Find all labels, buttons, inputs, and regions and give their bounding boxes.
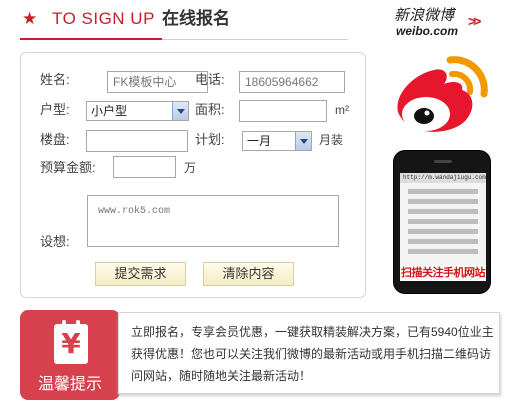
screen-line <box>408 219 478 224</box>
notice-text: 立即报名，专享会员优惠，一键获取精装解决方案，已有5940位业主获得优惠！您也可… <box>131 325 494 383</box>
screen-line <box>408 239 478 244</box>
area-input[interactable] <box>239 100 327 122</box>
phone-screen: http://m.wandajiugu.com/ 扫描关注手机网站 <box>400 173 486 281</box>
header-underline-accent <box>20 38 162 40</box>
weibo-bird-icon[interactable] <box>388 50 498 140</box>
plan-month-select[interactable]: 一月 <box>242 131 312 151</box>
budget-input[interactable] <box>113 156 176 178</box>
signup-form: 姓名: FK模板中心 电话: 18605964662 户型: 小户型 面积: m… <box>20 52 366 298</box>
notice-panel: 立即报名，专享会员优惠，一键获取精装解决方案，已有5940位业主获得优惠！您也可… <box>118 312 500 394</box>
idea-label: 设想: <box>40 234 70 249</box>
phone-url: http://m.wandajiugu.com/ <box>400 173 486 183</box>
estate-input[interactable] <box>86 130 188 152</box>
weibo-logo[interactable]: 新浪微博 >> weibo.com <box>394 6 514 46</box>
phone-label: 电话: <box>195 72 225 87</box>
screen-line <box>408 189 478 194</box>
notice-badge: ¥ 温馨提示 <box>20 310 120 400</box>
name-label: 姓名: <box>40 72 70 87</box>
notice-title: 温馨提示 <box>37 374 102 393</box>
star-icon: ★ <box>22 9 38 28</box>
budget-unit: 万 <box>184 161 197 175</box>
house-type-label: 户型: <box>40 102 70 117</box>
idea-textarea[interactable]: www.rok5.com <box>87 195 339 247</box>
plan-unit: 月装 <box>319 133 344 147</box>
area-label: 面积: <box>195 102 225 117</box>
submit-button[interactable]: 提交需求 <box>95 262 186 286</box>
phone-qr-preview[interactable]: http://m.wandajiugu.com/ 扫描关注手机网站 <box>393 150 491 294</box>
house-type-value: 小户型 <box>91 104 128 118</box>
screen-line <box>408 249 478 254</box>
estate-label: 楼盘: <box>40 132 70 147</box>
clear-button[interactable]: 清除内容 <box>203 262 294 286</box>
weibo-logo-en: weibo.com <box>396 24 459 38</box>
name-input[interactable]: FK模板中心 <box>107 71 208 93</box>
screen-line <box>408 199 478 204</box>
plan-label: 计划: <box>195 132 225 147</box>
yen-icon: ¥ <box>54 320 88 364</box>
plan-month-value: 一月 <box>247 134 272 148</box>
double-chevron-icon: >> <box>468 13 481 29</box>
phone-speaker <box>434 160 452 163</box>
area-unit: m² <box>335 103 349 117</box>
title-cn: 在线报名 <box>162 9 230 29</box>
title-en: TO SIGN UP <box>52 9 155 28</box>
phone-input[interactable]: 18605964662 <box>239 71 345 93</box>
budget-label: 预算金额: <box>40 160 96 175</box>
screen-line <box>408 229 478 234</box>
phone-caption: 扫描关注手机网站 <box>400 265 486 281</box>
dropdown-arrow-icon[interactable] <box>172 102 188 120</box>
weibo-logo-cn: 新浪微博 <box>394 6 455 24</box>
house-type-select[interactable]: 小户型 <box>86 101 189 121</box>
screen-line <box>408 209 478 214</box>
dropdown-arrow-icon[interactable] <box>295 132 311 150</box>
header-underline <box>162 39 348 40</box>
